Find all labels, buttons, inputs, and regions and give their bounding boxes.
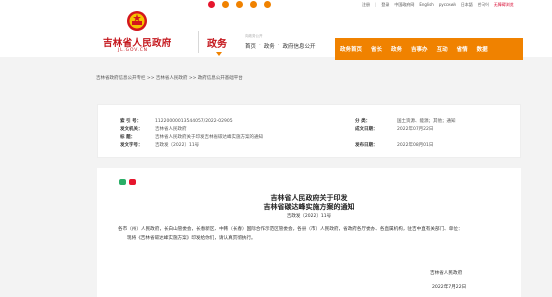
section-title: 政务 <box>207 39 227 50</box>
caret-down-icon <box>216 52 222 56</box>
header-divider <box>198 31 199 53</box>
separator: | <box>375 2 377 7</box>
article-doc-number: 吉政发〔2022〕11号 <box>286 214 332 219</box>
wechat-share-icon[interactable] <box>119 179 126 185</box>
japanese-link[interactable]: 日本語 <box>461 2 473 8</box>
app-icon[interactable] <box>236 1 243 8</box>
top-utility-bar: 注册 | 登录 中国政府网 English русский 日本語 한국어 无障… <box>0 0 552 9</box>
login-link[interactable]: 登录 <box>381 2 389 8</box>
table-row: 发文字号： 吉政发〔2022〕11号 发布日期： 2022年08月01日 <box>120 141 456 149</box>
article-title-line2: 吉林省碳达峰实施方案的通知 <box>263 202 355 211</box>
site-title[interactable]: 吉林省人民政府 <box>103 35 172 49</box>
header-subnav: 首页 · 政务 · 政府信息公开 <box>245 42 316 50</box>
section-tag: 向政务公开 <box>245 34 263 38</box>
table-row: 索 引 号： 11220000013544057/2022-02905 分 类：… <box>120 117 456 125</box>
signatory: 吉林省人民政府 <box>430 271 463 276</box>
site-domain: JL.GOV.CN <box>118 48 148 53</box>
published-date-label: 发布日期： <box>355 143 378 148</box>
subnav-info-disclosure[interactable]: 政府信息公开 <box>283 42 316 50</box>
body-paragraph: 现将《吉林省碳达峰实施方案》印发给你们，请认真贯彻执行。 <box>127 236 256 241</box>
register-link[interactable]: 注册 <box>362 2 370 8</box>
nav-province-info[interactable]: 省情 <box>457 45 468 53</box>
english-link[interactable]: English <box>419 2 433 7</box>
index-value: 11220000013544057/2022-02905 <box>155 118 233 124</box>
metadata-table: 索 引 号： 11220000013544057/2022-02905 分 类：… <box>120 117 456 149</box>
barrier-free-link[interactable]: 无障碍浏览 <box>494 2 514 8</box>
separator: · <box>277 42 280 48</box>
issuer-label: 发文机关： <box>120 127 143 132</box>
main-nav: 政务首页 省长 政务 吉事办 互动 省情 数据 <box>335 38 523 60</box>
utility-links: 注册 | 登录 中国政府网 English русский 日本語 한국어 无障… <box>362 0 514 9</box>
share-icons <box>119 179 136 185</box>
national-emblem-icon[interactable] <box>126 10 148 32</box>
weibo-icon[interactable] <box>208 1 215 8</box>
nav-gov-home[interactable]: 政务首页 <box>340 45 362 53</box>
gov-portal-link[interactable]: 中国政府网 <box>394 2 414 8</box>
nav-affairs[interactable]: 政务 <box>391 45 402 53</box>
sign-date: 2022年7月22日 <box>432 285 467 290</box>
russian-link[interactable]: русский <box>439 2 456 7</box>
breadcrumb[interactable]: 吉林省政府信息公开专栏 >> 吉林省人民政府 >> 政府信息公开基础平台 <box>96 75 243 81</box>
nav-governor[interactable]: 省长 <box>371 45 382 53</box>
doc-number-value: 吉政发〔2022〕11号 <box>155 143 200 148</box>
doc-number-label: 发文字号： <box>120 143 143 148</box>
title-label: 标 题： <box>120 135 136 140</box>
elder-mode-icon[interactable] <box>264 1 271 8</box>
accessibility-icon[interactable] <box>250 1 257 8</box>
document-metadata: 索 引 号： 11220000013544057/2022-02905 分 类：… <box>97 104 521 158</box>
table-row: 发文机关： 吉林省人民政府 成文日期： 2022年07月22日 <box>120 125 456 133</box>
article-text: 各市（州）人民政府，长白山管委会，长春新区、中韩（长春）国际合作示范区管委会，各… <box>118 225 498 243</box>
recipients-paragraph: 各市（州）人民政府，长白山管委会，长春新区、中韩（长春）国际合作示范区管委会，各… <box>118 227 463 232</box>
nav-interaction[interactable]: 互动 <box>437 45 448 53</box>
category-value: 国土资源、能源；其他；通知 <box>397 119 456 124</box>
article-body: 吉林省人民政府关于印发 吉林省碳达峰实施方案的通知 吉政发〔2022〕11号 各… <box>97 168 521 297</box>
title-value: 吉林省人民政府关于印发吉林省碳达峰实施方案的通知 <box>155 135 263 140</box>
quick-icons <box>208 0 271 9</box>
weibo-share-icon[interactable] <box>129 179 136 185</box>
wechat-icon[interactable] <box>222 1 229 8</box>
korean-link[interactable]: 한국어 <box>478 2 489 8</box>
site-header: 吉林省人民政府 JL.GOV.CN 政务 向政务公开 首页 · 政务 · 政府信… <box>0 9 552 60</box>
separator: · <box>259 42 261 48</box>
created-date-value: 2022年07月22日 <box>397 127 434 132</box>
issuer-value: 吉林省人民政府 <box>155 127 187 132</box>
index-label: 索 引 号： <box>120 119 142 124</box>
category-label: 分 类： <box>355 119 371 124</box>
subnav-gov-affairs[interactable]: 政务 <box>264 42 275 50</box>
nav-data[interactable]: 数据 <box>477 45 488 53</box>
published-date-value: 2022年08月01日 <box>397 143 434 148</box>
table-row: 标 题： 吉林省人民政府关于印发吉林省碳达峰实施方案的通知 <box>120 133 456 141</box>
created-date-label: 成文日期： <box>355 127 378 132</box>
subnav-home[interactable]: 首页 <box>245 42 256 50</box>
nav-services[interactable]: 吉事办 <box>411 45 428 53</box>
